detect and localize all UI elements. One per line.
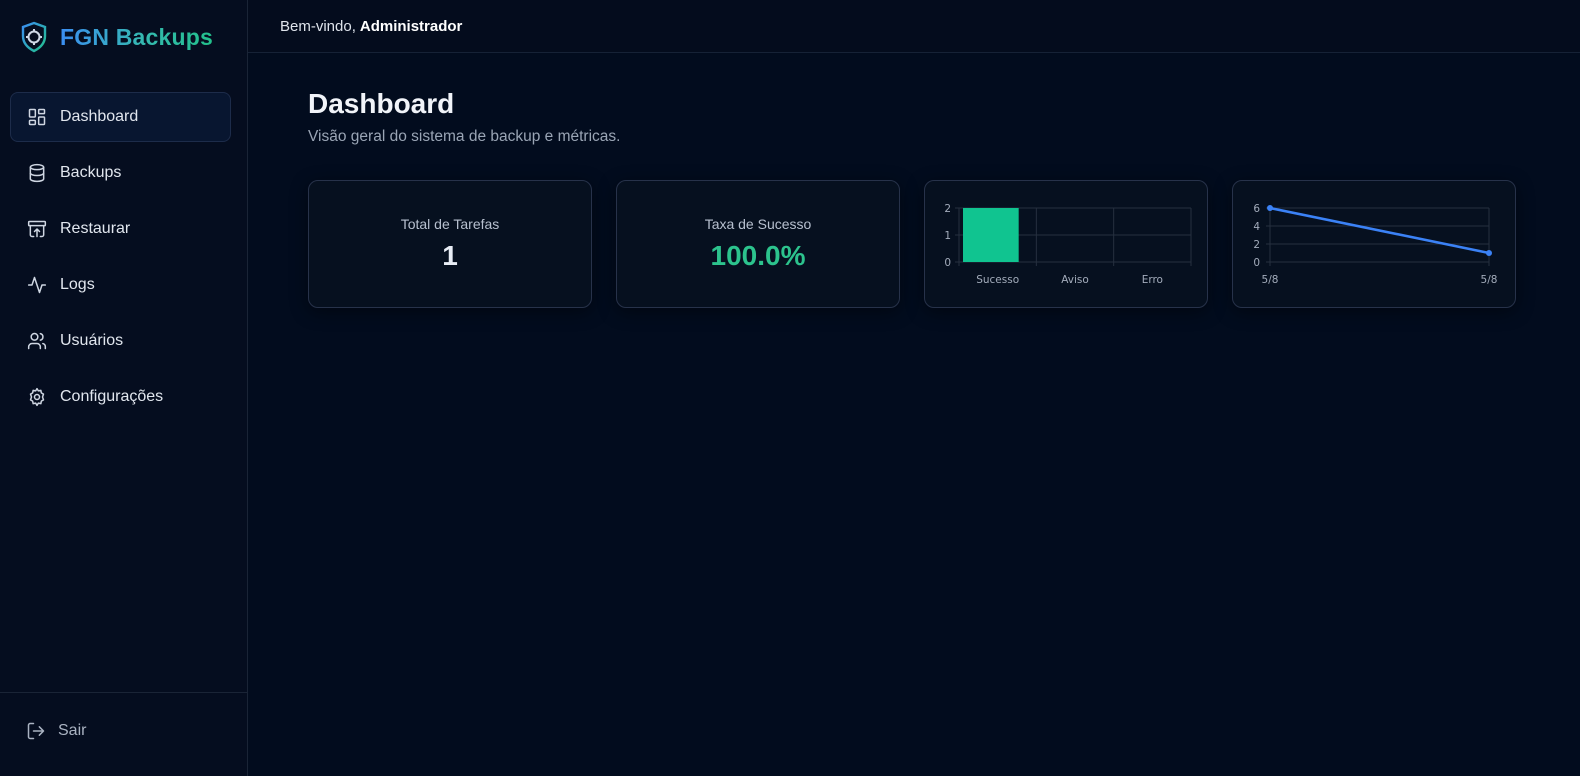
users-icon <box>27 331 47 351</box>
trend-line-chart-card: 0 2 4 6 5/8 5/8 <box>1232 180 1516 308</box>
y-tick-label: 2 <box>944 203 951 215</box>
sidebar-item-dashboard[interactable]: Dashboard <box>10 92 231 142</box>
page-title: Dashboard <box>308 88 455 119</box>
trend-line-chart: 0 2 4 6 5/8 5/8 <box>1253 203 1498 286</box>
user-name: Administrador <box>359 17 463 35</box>
sidebar: FGN Backups Dashboard Backups Restaurar … <box>0 0 248 776</box>
sidebar-nav: Dashboard Backups Restaurar Logs Usuário… <box>10 92 231 428</box>
top-bar: Bem-vindo, Administrador <box>248 0 1580 53</box>
total-tasks-value: 1 <box>442 240 458 271</box>
y-tick-label: 4 <box>1253 221 1260 233</box>
app-name: FGN Backups <box>60 23 214 50</box>
archive-restore-icon <box>27 219 47 239</box>
sidebar-item-label: Usuários <box>60 332 124 349</box>
sidebar-item-label: Configurações <box>60 388 164 405</box>
sidebar-item-configuracoes[interactable]: Configurações <box>10 372 231 422</box>
data-point <box>1267 205 1273 211</box>
welcome-prefix: Bem-vindo, <box>280 17 356 35</box>
status-bar-chart: 0 1 2 Sucesso Aviso Erro <box>944 203 1192 286</box>
page-subtitle: Visão geral do sistema de backup e métri… <box>308 128 621 145</box>
sidebar-item-backups[interactable]: Backups <box>10 148 231 198</box>
total-tasks-card: Total de Tarefas 1 <box>308 180 592 308</box>
x-tick-label: 5/8 <box>1262 274 1279 286</box>
dashboard-grid-icon <box>27 107 47 127</box>
y-tick-label: 0 <box>944 257 951 269</box>
x-tick-label: Sucesso <box>976 274 1019 286</box>
sidebar-item-logs[interactable]: Logs <box>10 260 231 310</box>
sidebar-item-label: Restaurar <box>60 220 131 237</box>
y-tick-label: 1 <box>944 230 951 242</box>
y-tick-label: 0 <box>1253 257 1260 269</box>
y-tick-label: 6 <box>1253 203 1260 215</box>
brand[interactable]: FGN Backups <box>20 20 213 54</box>
logout-button[interactable]: Sair <box>26 721 86 741</box>
status-bar-chart-card: 0 1 2 Sucesso Aviso Erro <box>924 180 1208 308</box>
total-tasks-label: Total de Tarefas <box>400 216 500 232</box>
sidebar-item-restaurar[interactable]: Restaurar <box>10 204 231 254</box>
success-rate-label: Taxa de Sucesso <box>704 216 812 232</box>
sidebar-item-usuarios[interactable]: Usuários <box>10 316 231 366</box>
data-point <box>1486 250 1492 256</box>
success-rate-card: Taxa de Sucesso 100.0% <box>616 180 900 308</box>
sidebar-footer: Sair <box>0 692 247 776</box>
x-tick-label: Aviso <box>1061 274 1089 286</box>
sidebar-item-label: Backups <box>60 164 122 181</box>
logout-label: Sair <box>58 722 87 739</box>
series-line <box>1269 206 1490 255</box>
metrics-cards: Total de Tarefas 1 Taxa de Sucesso 100.0… <box>308 180 1516 308</box>
logout-icon <box>26 721 46 741</box>
bar <box>963 208 1019 262</box>
activity-icon <box>27 275 47 295</box>
sidebar-item-label: Dashboard <box>60 108 139 125</box>
database-icon <box>27 163 47 183</box>
y-tick-label: 2 <box>1253 239 1260 251</box>
main-content: Dashboard Visão geral do sistema de back… <box>308 88 1528 308</box>
success-rate-value: 100.0% <box>710 240 806 271</box>
gear-icon <box>27 387 47 407</box>
x-tick-label: 5/8 <box>1481 274 1498 286</box>
x-tick-label: Erro <box>1142 274 1163 286</box>
sidebar-item-label: Logs <box>60 276 95 293</box>
shield-logo-icon <box>20 21 48 53</box>
